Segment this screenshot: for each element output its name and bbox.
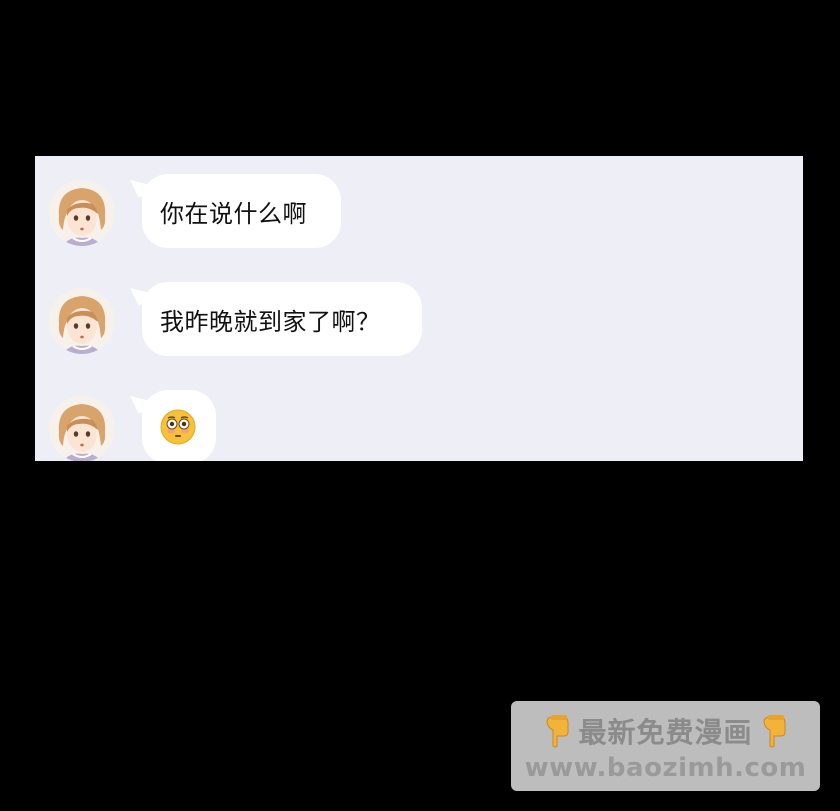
- message-text: 我昨晚就到家了啊？: [160, 307, 381, 336]
- message-bubble[interactable]: [142, 390, 216, 461]
- avatar[interactable]: [49, 288, 115, 354]
- chat-message: [35, 390, 803, 461]
- message-bubble[interactable]: 我昨晚就到家了啊？: [142, 282, 422, 356]
- avatar[interactable]: [49, 396, 115, 461]
- chat-panel: 你在说什么啊 我昨晚就到家了啊？: [35, 156, 803, 461]
- watermark-url: www.baozimh.com: [524, 753, 807, 783]
- pointing-down-hand-icon: [762, 715, 785, 748]
- watermark-banner[interactable]: 最新免费漫画 www.baozimh.com: [511, 701, 820, 791]
- chat-message: 你在说什么啊: [35, 174, 803, 254]
- girl-avatar-icon: [49, 396, 115, 461]
- girl-avatar-icon: [49, 180, 115, 246]
- message-text: 你在说什么啊: [160, 199, 307, 228]
- pointing-down-hand-icon: [546, 715, 569, 748]
- message-bubble[interactable]: 你在说什么啊: [142, 174, 341, 248]
- comic-page: 你在说什么啊 我昨晚就到家了啊？ 最新免费漫画 www.baozimh.com: [0, 0, 840, 811]
- flushed-face-emoji-icon: [160, 409, 196, 445]
- chat-message: 我昨晚就到家了啊？: [35, 282, 803, 362]
- girl-avatar-icon: [49, 288, 115, 354]
- avatar[interactable]: [49, 180, 115, 246]
- watermark-title-row: 最新免费漫画: [511, 711, 820, 751]
- watermark-title: 最新免费漫画: [578, 716, 753, 749]
